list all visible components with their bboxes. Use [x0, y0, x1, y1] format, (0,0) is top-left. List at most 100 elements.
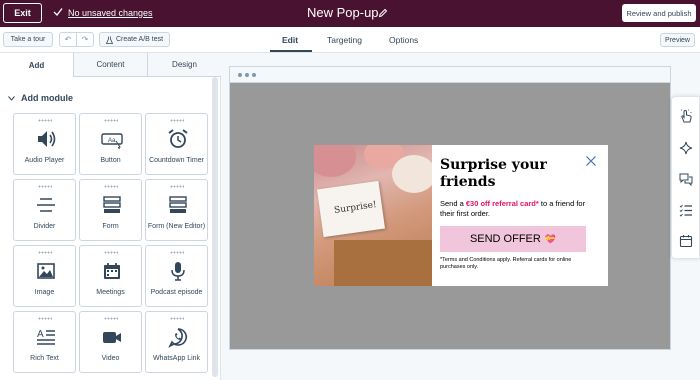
panel-tab-design[interactable]: Design — [148, 53, 221, 77]
exit-button[interactable]: Exit — [3, 3, 42, 23]
module-card-podcast-episode[interactable]: Podcast episode — [145, 245, 208, 307]
module-label: Form — [102, 223, 119, 230]
send-offer-label: SEND OFFER — [469, 233, 541, 245]
calendar-small-icon[interactable] — [679, 234, 693, 248]
video-icon — [103, 332, 121, 343]
editor-toolbar: Take a tour ↶ ↷ Create A/B test Edit Tar… — [0, 27, 700, 53]
checkmark-icon — [53, 8, 63, 16]
module-card-whatsapp-link[interactable]: WhatsApp Link — [145, 311, 208, 373]
module-label: Audio Player — [24, 157, 65, 164]
panel-tab-add[interactable]: Add — [0, 53, 74, 77]
checklist-icon[interactable] — [679, 203, 693, 217]
pencil-icon[interactable] — [378, 8, 388, 18]
create-ab-test-button[interactable]: Create A/B test — [99, 32, 170, 47]
calendar-icon — [104, 263, 120, 279]
drag-handle-icon — [170, 317, 184, 320]
drag-handle-icon — [104, 185, 118, 188]
terms-text[interactable]: *Terms and Conditions apply. Referral ca… — [440, 257, 590, 271]
module-card-meetings[interactable]: Meetings — [79, 245, 142, 307]
divider-icon — [37, 198, 55, 212]
preview-button[interactable]: Preview — [660, 33, 695, 47]
send-offer-button[interactable]: SEND OFFER 💝 — [440, 226, 586, 252]
undo-icon[interactable]: ↶ — [60, 33, 76, 46]
module-label: Meetings — [96, 289, 125, 296]
module-card-form[interactable]: Form — [79, 179, 142, 241]
page-title[interactable]: New Pop-up — [307, 5, 379, 20]
drag-handle-icon — [38, 251, 52, 254]
flower-shape — [392, 155, 432, 193]
browser-preview-frame: Surprise! Surprise your friends Send a €… — [229, 66, 671, 350]
module-label: WhatsApp Link — [152, 355, 201, 362]
tab-targeting[interactable]: Targeting — [327, 35, 362, 45]
module-card-video[interactable]: Video — [79, 311, 142, 373]
ab-test-label: Create A/B test — [115, 36, 164, 43]
module-card-button[interactable]: Aa Button — [79, 113, 142, 175]
review-publish-button[interactable]: Review and publish — [622, 4, 696, 22]
module-label: Divider — [33, 223, 56, 230]
drag-handle-icon — [38, 185, 52, 188]
speaker-icon — [38, 131, 56, 147]
microphone-icon — [171, 262, 185, 281]
comments-icon[interactable] — [679, 172, 693, 186]
popup-title[interactable]: Surprise your friends — [440, 157, 580, 191]
save-status-link[interactable]: No unsaved changes — [68, 8, 153, 18]
module-card-countdown-timer[interactable]: Countdown Timer — [145, 113, 208, 175]
editor-canvas: Surprise! Surprise your friends Send a €… — [221, 53, 700, 380]
drag-handle-icon — [170, 185, 184, 188]
close-icon[interactable] — [585, 155, 597, 167]
panel-tab-content[interactable]: Content — [74, 53, 148, 77]
chevron-down-icon — [8, 95, 15, 101]
table-surface — [334, 240, 432, 286]
redo-icon[interactable]: ↷ — [76, 33, 93, 46]
module-card-divider[interactable]: Divider — [13, 179, 76, 241]
module-label: Button — [100, 157, 121, 164]
sparkle-icon[interactable] — [679, 141, 693, 155]
drag-handle-icon — [170, 119, 184, 122]
panel-scrollbar[interactable] — [212, 77, 218, 377]
form-icon — [103, 196, 121, 213]
module-card-form-new-editor[interactable]: Form (New Editor) — [145, 179, 208, 241]
top-bar: Exit No unsaved changes New Pop-up Revie… — [0, 0, 700, 27]
module-label: Image — [34, 289, 55, 296]
button-icon: Aa — [101, 133, 123, 150]
take-tour-button[interactable]: Take a tour — [3, 32, 53, 47]
popup-preview[interactable]: Surprise! Surprise your friends Send a €… — [314, 145, 608, 286]
rich-text-icon: A — [37, 329, 55, 345]
drag-handle-icon — [38, 119, 52, 122]
module-card-audio-player[interactable]: Audio Player — [13, 113, 76, 175]
tab-options[interactable]: Options — [389, 35, 418, 45]
section-title: Add module — [21, 93, 73, 103]
heart-gift-icon: 💝 — [544, 233, 557, 244]
flask-icon — [105, 36, 113, 44]
svg-text:A: A — [37, 329, 44, 340]
left-panel: Add Content Design Add module Audio Play… — [0, 53, 221, 380]
module-card-rich-text[interactable]: A Rich Text — [13, 311, 76, 373]
drag-handle-icon — [170, 251, 184, 254]
drag-handle-icon — [104, 119, 118, 122]
popup-image[interactable]: Surprise! — [314, 145, 432, 286]
drag-handle-icon — [104, 251, 118, 254]
add-module-section-header[interactable]: Add module — [8, 93, 73, 103]
tab-edit[interactable]: Edit — [282, 35, 298, 45]
hand-pointer-icon[interactable] — [679, 109, 693, 123]
panel-tabs: Add Content Design — [0, 53, 221, 77]
whatsapp-icon — [168, 328, 187, 348]
drag-handle-icon — [104, 317, 118, 320]
module-label: Countdown Timer — [149, 157, 204, 164]
flower-shape — [314, 145, 356, 177]
active-tab-indicator — [270, 50, 312, 52]
drag-handle-icon — [38, 317, 52, 320]
window-dot — [238, 73, 242, 77]
alarm-clock-icon — [168, 129, 188, 148]
popup-body-text[interactable]: Send a €30 off referral card* to a frien… — [440, 199, 600, 219]
window-dot — [245, 73, 249, 77]
module-label: Form (New Editor) — [147, 223, 206, 230]
module-label: Podcast episode — [150, 289, 203, 296]
svg-text:Aa: Aa — [108, 138, 116, 144]
body-text-start: Send a — [440, 199, 466, 208]
offer-highlight: €30 off referral card* — [465, 199, 539, 208]
module-card-image[interactable]: Image — [13, 245, 76, 307]
undo-redo-group: ↶ ↷ — [59, 32, 94, 47]
module-label: Video — [101, 355, 120, 362]
right-toolbar — [671, 96, 700, 259]
